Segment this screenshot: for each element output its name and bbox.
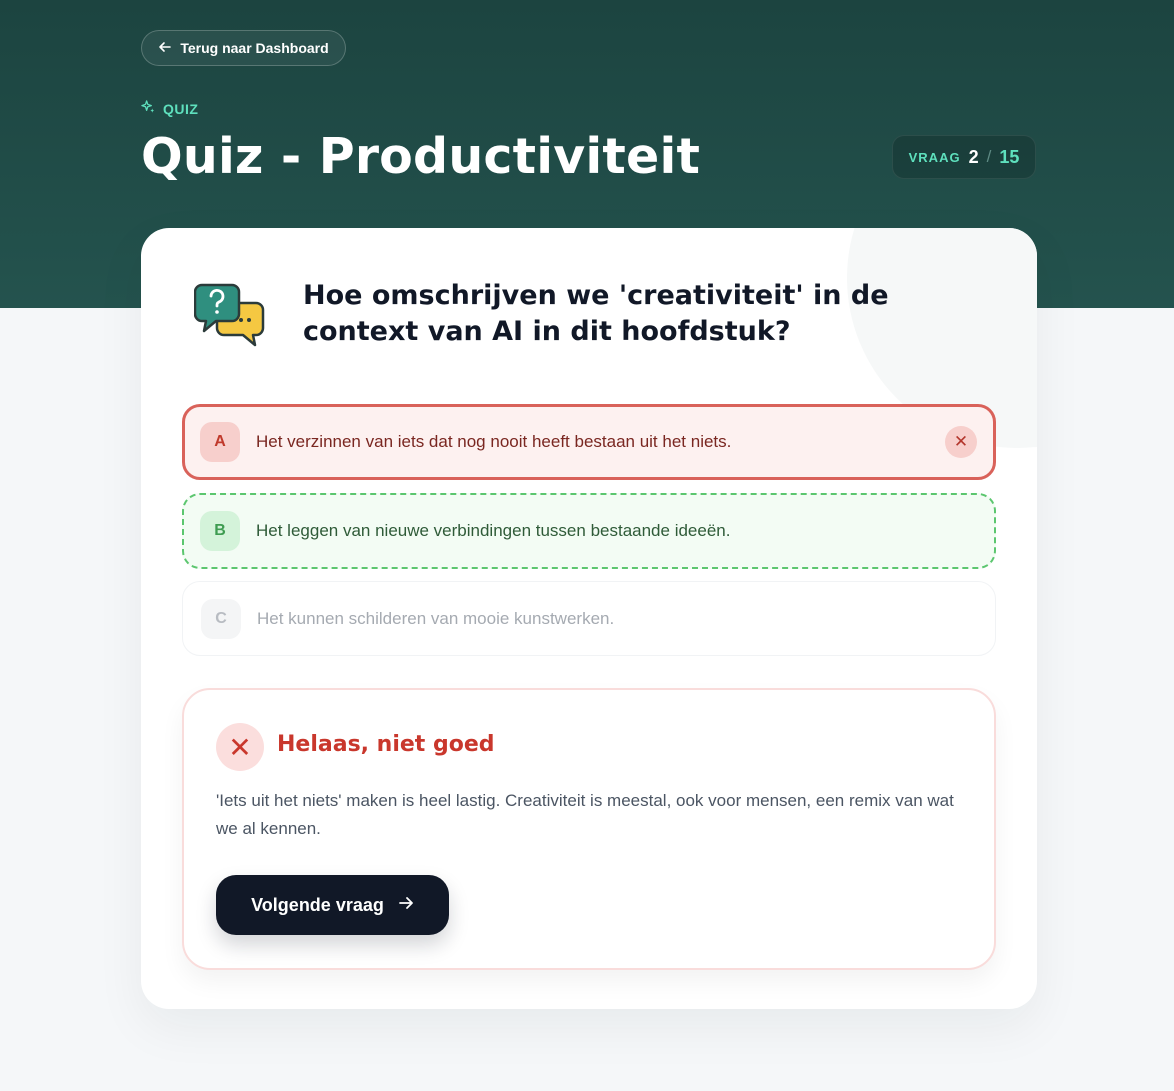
quiz-card: Hoe omschrijven we 'creativiteit' in de … [141,228,1037,1009]
back-button-label: Terug naar Dashboard [180,40,329,56]
feedback-panel: ✕ Helaas, niet goed 'Iets uit het niets'… [182,688,996,970]
progress-label: VRAAG [908,149,961,165]
progress-current: 2 [968,146,979,167]
arrow-left-icon [158,40,172,56]
quiz-tag-label: QUIZ [163,101,199,117]
arrow-right-icon [398,895,414,916]
close-icon: ✕ [945,426,977,458]
progress-separator: / [986,147,992,166]
page-title: Quiz - Productiviteit [141,128,701,185]
answer-option-c[interactable]: C Het kunnen schilderen van mooie kunstw… [182,581,996,656]
sparkles-icon [141,100,156,118]
option-text: Het verzinnen van iets dat nog nooit hee… [256,432,732,451]
option-letter: B [200,511,240,551]
question-progress-badge: VRAAG 2 / 15 [892,135,1036,179]
x-icon: ✕ [216,723,264,771]
question-chat-icon [193,283,266,349]
next-button-label: Volgende vraag [251,894,384,915]
progress-total: 15 [999,146,1020,167]
answer-option-b[interactable]: B Het leggen van nieuwe verbindingen tus… [182,493,996,569]
option-letter: C [201,598,241,639]
option-text: Het leggen van nieuwe verbindingen tusse… [256,521,731,540]
quiz-tag: QUIZ [141,100,198,118]
answer-option-a[interactable]: A Het verzinnen van iets dat nog nooit h… [182,404,996,480]
feedback-title: Helaas, niet goed [277,732,495,757]
feedback-text: 'Iets uit het niets' maken is heel lasti… [216,791,954,838]
question-text: Hoe omschrijven we 'creativiteit' in de … [303,280,889,347]
next-question-button[interactable]: Volgende vraag [216,875,449,935]
back-to-dashboard-button[interactable]: Terug naar Dashboard [141,30,346,66]
option-text: Het kunnen schilderen van mooie kunstwer… [257,608,615,628]
option-letter: A [200,422,240,462]
